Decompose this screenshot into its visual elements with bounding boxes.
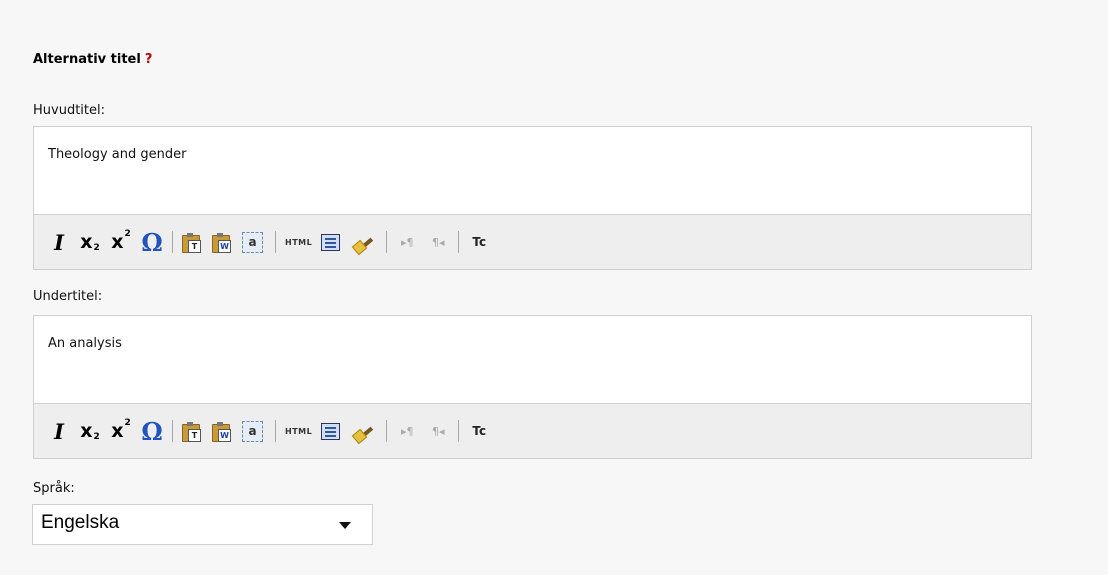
superscript-base: x	[111, 231, 124, 253]
toolbar-separator	[172, 420, 173, 442]
subtitle-label: Undertitel:	[33, 289, 103, 304]
help-icon[interactable]: ?	[145, 52, 153, 67]
title-case-button[interactable]: Tc	[468, 418, 490, 444]
main-title-editor: Theology and gender I x2 x2 Ω T W a HTML…	[33, 126, 1032, 270]
toolbar-separator	[386, 420, 388, 442]
paste-text-mark: T	[188, 239, 201, 253]
toolbar-separator	[458, 231, 460, 253]
italic-button[interactable]: I	[48, 418, 70, 444]
text-direction-ltr-button[interactable]: ▸¶	[396, 229, 418, 255]
title-case-button[interactable]: Tc	[468, 229, 490, 255]
toolbar-separator	[458, 420, 460, 442]
select-all-icon[interactable]: a	[242, 420, 263, 442]
text-direction-ltr-button[interactable]: ▸¶	[396, 418, 418, 444]
show-blocks-icon[interactable]	[321, 233, 341, 251]
subscript-base: x	[80, 231, 93, 253]
language-select[interactable]: Engelska	[32, 504, 373, 545]
select-all-icon[interactable]: a	[242, 231, 263, 253]
toolbar-separator	[172, 231, 173, 253]
html-source-button[interactable]: HTML	[285, 418, 312, 444]
superscript-base: x	[111, 420, 124, 442]
show-blocks-icon[interactable]	[321, 422, 341, 440]
main-title-input[interactable]: Theology and gender	[34, 127, 1031, 214]
html-source-button[interactable]: HTML	[285, 229, 312, 255]
paste-from-word-icon[interactable]: W	[212, 421, 231, 442]
paste-text-mark: T	[188, 428, 201, 442]
paste-word-mark: W	[218, 239, 231, 253]
remove-format-icon[interactable]	[351, 232, 374, 256]
text-direction-rtl-button[interactable]: ¶◂	[427, 229, 449, 255]
chevron-down-icon	[339, 522, 351, 529]
main-title-toolbar: I x2 x2 Ω T W a HTML ▸¶ ¶◂ Tc	[34, 214, 1031, 269]
toolbar-separator	[275, 231, 276, 253]
superscript-button[interactable]: x2	[110, 418, 132, 444]
paste-as-text-icon[interactable]: T	[182, 421, 201, 442]
subtitle-editor: An analysis I x2 x2 Ω T W a HTML ▸¶ ¶◂ T…	[33, 315, 1032, 459]
toolbar-separator	[386, 231, 388, 253]
paste-as-text-icon[interactable]: T	[182, 232, 201, 253]
main-title-label: Huvudtitel:	[33, 103, 105, 118]
remove-format-icon[interactable]	[351, 421, 374, 445]
language-selected-value: Engelska	[41, 512, 120, 533]
paste-word-mark: W	[218, 428, 231, 442]
superscript-button[interactable]: x2	[110, 229, 132, 255]
special-character-button[interactable]: Ω	[141, 417, 163, 446]
subscript-button[interactable]: x2	[79, 418, 101, 444]
section-title: Alternativ titel?	[33, 52, 152, 67]
subscript-mark: 2	[93, 432, 100, 442]
text-direction-rtl-button[interactable]: ¶◂	[427, 418, 449, 444]
italic-button[interactable]: I	[48, 229, 70, 255]
language-label: Språk:	[33, 481, 75, 496]
superscript-mark: 2	[124, 418, 131, 428]
paste-from-word-icon[interactable]: W	[212, 232, 231, 253]
subscript-button[interactable]: x2	[79, 229, 101, 255]
superscript-mark: 2	[124, 229, 131, 239]
subtitle-toolbar: I x2 x2 Ω T W a HTML ▸¶ ¶◂ Tc	[34, 403, 1031, 458]
subscript-mark: 2	[93, 243, 100, 253]
toolbar-separator	[275, 420, 276, 442]
special-character-button[interactable]: Ω	[141, 228, 163, 257]
subscript-base: x	[80, 420, 93, 442]
alternative-title-form: Alternativ titel? Huvudtitel: Theology a…	[0, 0, 1108, 575]
section-title-text: Alternativ titel	[33, 52, 141, 67]
subtitle-input[interactable]: An analysis	[34, 316, 1031, 403]
